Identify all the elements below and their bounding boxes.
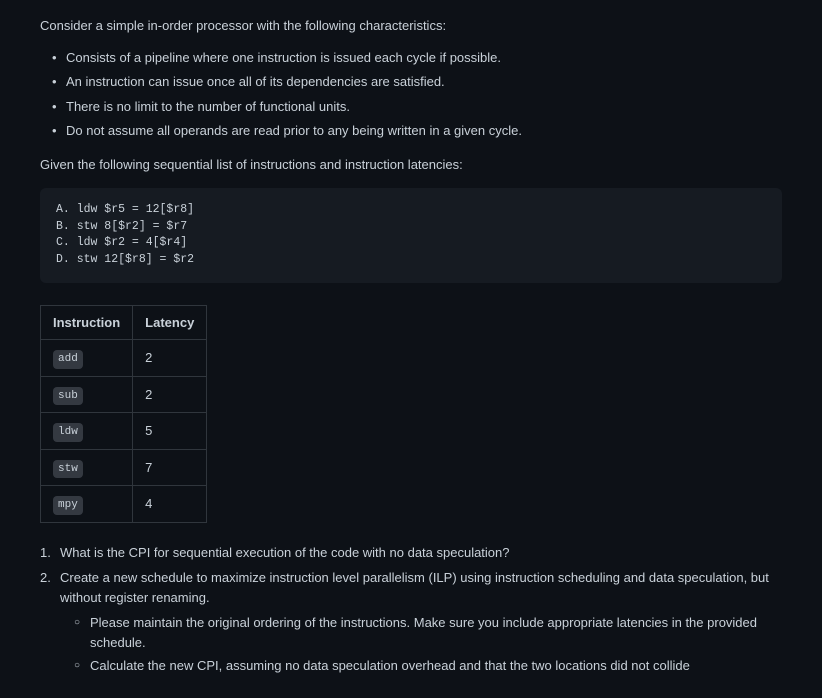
given-text: Given the following sequential list of i…	[40, 155, 782, 175]
question-2-sub-item: Please maintain the original ordering of…	[90, 613, 782, 652]
question-2: Create a new schedule to maximize instru…	[56, 568, 782, 676]
table-row: sub 2	[41, 376, 207, 413]
question-2-sublist: Please maintain the original ordering of…	[60, 613, 782, 676]
table-row: ldw 5	[41, 413, 207, 450]
characteristic-item: Consists of a pipeline where one instruc…	[66, 48, 782, 68]
code-line-b: B. stw 8[$r2] = $r7	[56, 219, 766, 236]
characteristic-item: There is no limit to the number of funct…	[66, 97, 782, 117]
instr-cell: ldw	[41, 413, 133, 450]
latency-table: Instruction Latency add 2 sub 2 ldw 5 st…	[40, 305, 207, 523]
characteristic-item: An instruction can issue once all of its…	[66, 72, 782, 92]
instr-cell: add	[41, 340, 133, 377]
code-line-d: D. stw 12[$r8] = $r2	[56, 252, 766, 269]
instr-cell: mpy	[41, 486, 133, 523]
intro-text: Consider a simple in-order processor wit…	[40, 16, 782, 36]
instr-label: mpy	[53, 496, 83, 515]
latency-cell: 2	[133, 376, 207, 413]
code-line-c: C. ldw $r2 = 4[$r4]	[56, 235, 766, 252]
instr-label: sub	[53, 387, 83, 406]
instruction-code-block: A. ldw $r5 = 12[$r8] B. stw 8[$r2] = $r7…	[40, 188, 782, 283]
table-header-instruction: Instruction	[41, 305, 133, 340]
table-row: stw 7	[41, 449, 207, 486]
questions-list: What is the CPI for sequential execution…	[40, 543, 782, 676]
latency-cell: 2	[133, 340, 207, 377]
table-header-latency: Latency	[133, 305, 207, 340]
latency-cell: 5	[133, 413, 207, 450]
characteristics-list: Consists of a pipeline where one instruc…	[40, 48, 782, 141]
latency-cell: 4	[133, 486, 207, 523]
latency-cell: 7	[133, 449, 207, 486]
instr-cell: stw	[41, 449, 133, 486]
table-row: mpy 4	[41, 486, 207, 523]
table-row: add 2	[41, 340, 207, 377]
instr-cell: sub	[41, 376, 133, 413]
question-2-sub-item: Calculate the new CPI, assuming no data …	[90, 656, 782, 676]
question-1: What is the CPI for sequential execution…	[56, 543, 782, 563]
table-header-row: Instruction Latency	[41, 305, 207, 340]
instr-label: ldw	[53, 423, 83, 442]
instr-label: stw	[53, 460, 83, 479]
question-2-text: Create a new schedule to maximize instru…	[60, 570, 769, 605]
characteristic-item: Do not assume all operands are read prio…	[66, 121, 782, 141]
code-line-a: A. ldw $r5 = 12[$r8]	[56, 202, 766, 219]
instr-label: add	[53, 350, 83, 369]
